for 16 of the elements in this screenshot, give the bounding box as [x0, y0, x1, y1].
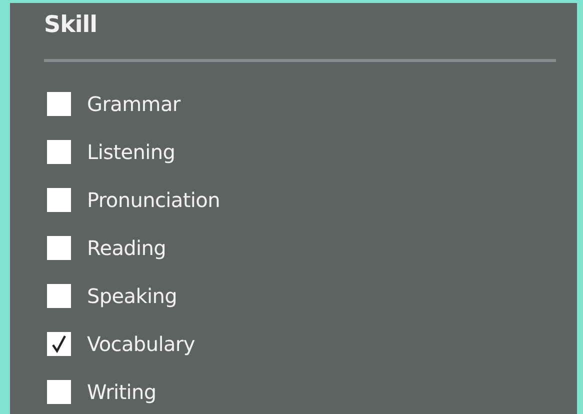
checkbox-label: Pronunciation: [87, 188, 220, 212]
checkbox[interactable]: [47, 380, 71, 404]
checkbox-label: Grammar: [87, 92, 180, 116]
checkbox[interactable]: [47, 140, 71, 164]
checkbox-label: Speaking: [87, 284, 178, 308]
checkbox[interactable]: [47, 188, 71, 212]
checkbox-label: Reading: [87, 236, 166, 260]
checkbox[interactable]: [47, 236, 71, 260]
section-title: Skill: [44, 11, 98, 40]
checkbox[interactable]: [47, 332, 71, 356]
checkbox-label: Writing: [87, 380, 156, 404]
checkbox-label: Listening: [87, 140, 176, 164]
checkbox-label: Vocabulary: [87, 332, 195, 356]
check-icon: [51, 335, 67, 353]
checkbox[interactable]: [47, 92, 71, 116]
checkbox[interactable]: [47, 284, 71, 308]
